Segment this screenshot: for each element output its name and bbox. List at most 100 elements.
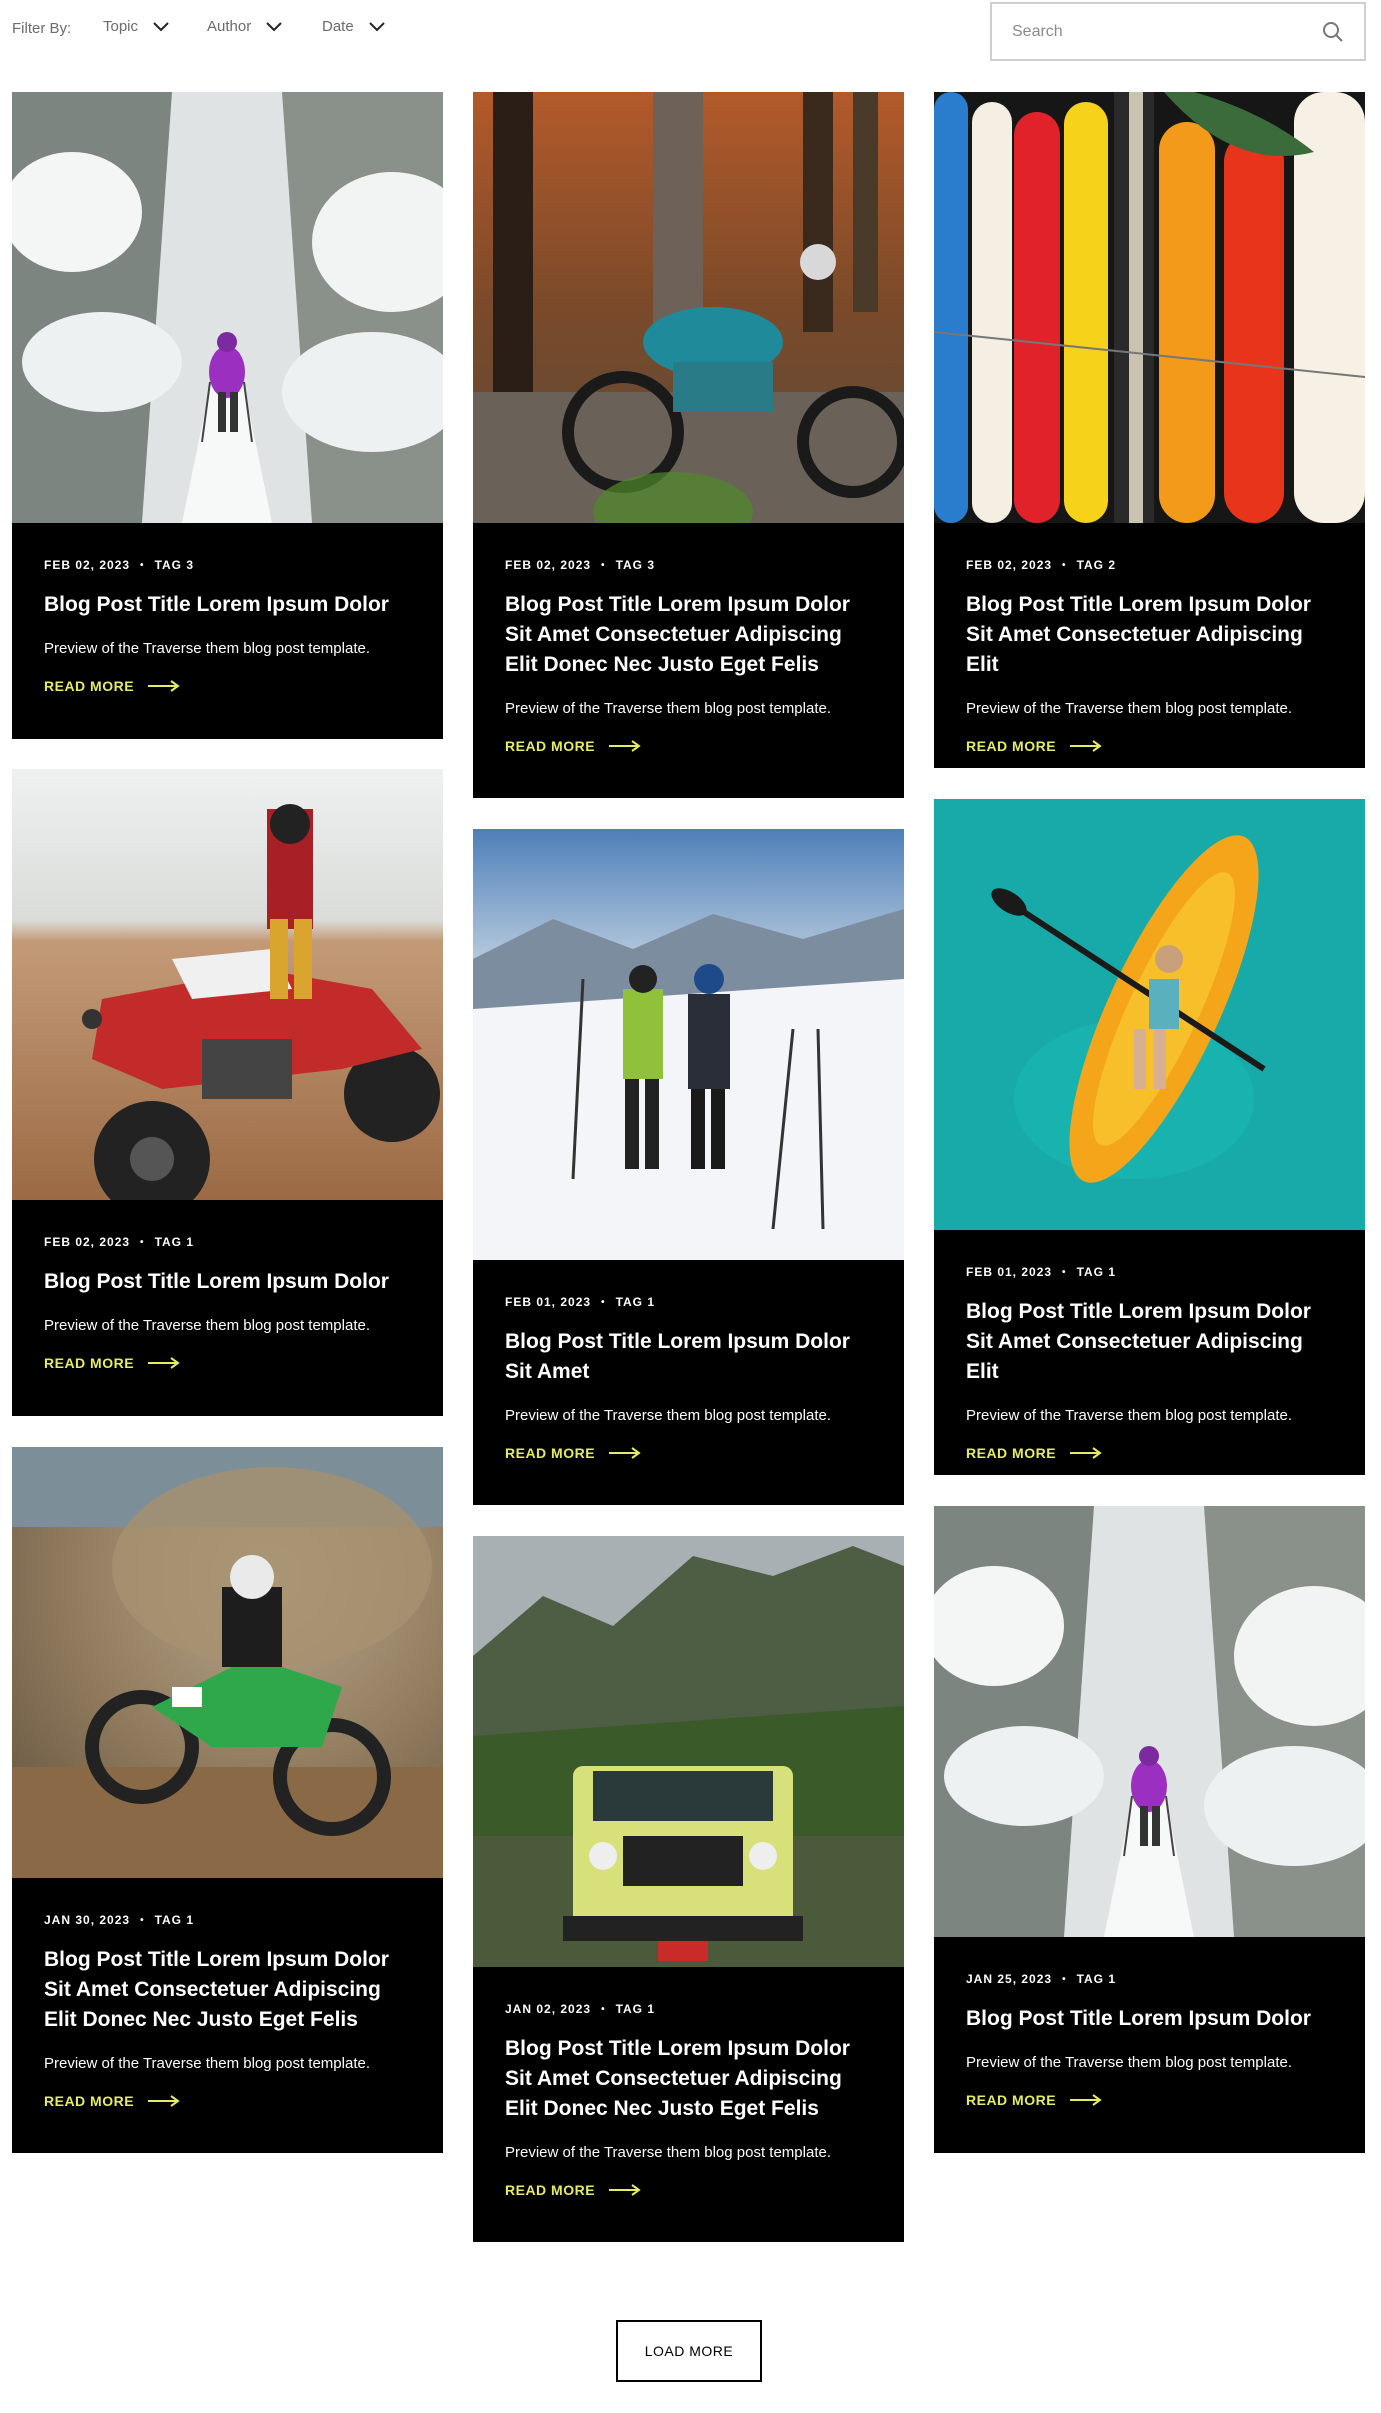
filter-date-dropdown[interactable]: Date xyxy=(322,18,386,35)
filter-topic-dropdown[interactable]: Topic xyxy=(103,18,170,35)
post-image-snowy-forest-hiker[interactable] xyxy=(12,92,443,523)
blog-card[interactable]: FEB 02, 2023 • TAG 3 Blog Post Title Lorem… xyxy=(12,92,443,739)
post-title[interactable]: Blog Post Title Lorem Ipsum Dolor Sit Am… xyxy=(966,1297,1333,1387)
post-meta: FEB 01, 2023 • TAG 1 xyxy=(966,1265,1117,1279)
read-more-label: READ MORE xyxy=(44,1355,135,1371)
post-preview: Preview of the Traverse them blog post t… xyxy=(966,2054,1292,2071)
post-tag: TAG 1 xyxy=(1076,1265,1117,1279)
blog-card[interactable]: JAN 30, 2023 • TAG 1 Blog Post Title Lorem… xyxy=(12,1447,443,2153)
post-image-jeep-mountains[interactable] xyxy=(473,1536,904,1967)
post-tag: TAG 1 xyxy=(1076,1972,1117,1986)
read-more-link[interactable]: READ MORE xyxy=(966,1445,1333,1461)
load-more-button[interactable]: LOAD MORE xyxy=(616,2320,762,2382)
post-image-surfboards[interactable] xyxy=(934,92,1365,523)
post-date: FEB 02, 2023 xyxy=(505,558,592,572)
read-more-label: READ MORE xyxy=(505,2182,596,2198)
read-more-link[interactable]: READ MORE xyxy=(44,678,411,694)
read-more-link[interactable]: READ MORE xyxy=(966,738,1333,754)
read-more-link[interactable]: READ MORE xyxy=(44,2093,411,2109)
search-icon[interactable] xyxy=(1322,21,1344,43)
post-meta: JAN 02, 2023 • TAG 1 xyxy=(505,2002,656,2016)
blog-card[interactable]: FEB 02, 2023 • TAG 1 Blog Post Title Lorem… xyxy=(12,769,443,1416)
post-title[interactable]: Blog Post Title Lorem Ipsum Dolor Sit Am… xyxy=(505,2034,872,2124)
arrow-right-icon xyxy=(148,2095,180,2107)
post-preview: Preview of the Traverse them blog post t… xyxy=(505,1407,831,1424)
post-image-kayak-turquoise[interactable] xyxy=(934,799,1365,1230)
post-tag: TAG 1 xyxy=(154,1235,195,1249)
post-title[interactable]: Blog Post Title Lorem Ipsum Dolor xyxy=(966,2004,1333,2034)
blog-card[interactable]: FEB 01, 2023 • TAG 1 Blog Post Title Lorem… xyxy=(934,799,1365,1475)
post-title[interactable]: Blog Post Title Lorem Ipsum Dolor xyxy=(44,1267,411,1297)
post-meta: JAN 30, 2023 • TAG 1 xyxy=(44,1913,195,1927)
filter-author-dropdown[interactable]: Author xyxy=(207,18,283,35)
post-tag: TAG 1 xyxy=(154,1913,195,1927)
filter-author-label: Author xyxy=(207,18,252,35)
post-title[interactable]: Blog Post Title Lorem Ipsum Dolor xyxy=(44,590,411,620)
search-box[interactable] xyxy=(990,2,1366,61)
post-tag: TAG 3 xyxy=(615,558,656,572)
post-preview: Preview of the Traverse them blog post t… xyxy=(44,640,370,657)
post-tag: TAG 2 xyxy=(1076,558,1117,572)
post-preview: Preview of the Traverse them blog post t… xyxy=(505,700,831,717)
arrow-right-icon xyxy=(148,1357,180,1369)
post-date: JAN 30, 2023 xyxy=(44,1913,131,1927)
read-more-label: READ MORE xyxy=(966,738,1057,754)
filter-label: Filter By: xyxy=(12,20,72,37)
post-date: FEB 01, 2023 xyxy=(966,1265,1053,1279)
read-more-link[interactable]: READ MORE xyxy=(505,2182,872,2198)
post-image-snowy-forest-hiker[interactable] xyxy=(934,1506,1365,1937)
post-image-motorcycle-forest[interactable] xyxy=(473,92,904,523)
post-meta: FEB 01, 2023 • TAG 1 xyxy=(505,1295,656,1309)
post-preview: Preview of the Traverse them blog post t… xyxy=(966,700,1292,717)
read-more-label: READ MORE xyxy=(966,1445,1057,1461)
filter-date-label: Date xyxy=(322,18,354,35)
post-tag: TAG 1 xyxy=(615,2002,656,2016)
search-input[interactable] xyxy=(1012,22,1322,41)
post-date: JAN 25, 2023 xyxy=(966,1972,1053,1986)
read-more-label: READ MORE xyxy=(505,738,596,754)
post-image-dirt-bike[interactable] xyxy=(12,1447,443,1878)
post-date: FEB 02, 2023 xyxy=(44,1235,131,1249)
post-title[interactable]: Blog Post Title Lorem Ipsum Dolor Sit Am… xyxy=(966,590,1333,680)
read-more-label: READ MORE xyxy=(44,2093,135,2109)
arrow-right-icon xyxy=(148,680,180,692)
post-meta: FEB 02, 2023 • TAG 3 xyxy=(44,558,195,572)
post-meta: FEB 02, 2023 • TAG 1 xyxy=(44,1235,195,1249)
read-more-link[interactable]: READ MORE xyxy=(505,1445,872,1461)
post-date: FEB 01, 2023 xyxy=(505,1295,592,1309)
post-meta: FEB 02, 2023 • TAG 3 xyxy=(505,558,656,572)
post-image-skiers-mountain[interactable] xyxy=(473,829,904,1260)
blog-card[interactable]: FEB 02, 2023 • TAG 2 Blog Post Title Lorem… xyxy=(934,92,1365,768)
post-preview: Preview of the Traverse them blog post t… xyxy=(44,1317,370,1334)
post-date: JAN 02, 2023 xyxy=(505,2002,592,2016)
chevron-down-icon xyxy=(266,21,282,31)
arrow-right-icon xyxy=(609,2184,641,2196)
post-preview: Preview of the Traverse them blog post t… xyxy=(44,2055,370,2072)
post-preview: Preview of the Traverse them blog post t… xyxy=(505,2144,831,2161)
post-preview: Preview of the Traverse them blog post t… xyxy=(966,1407,1292,1424)
post-title[interactable]: Blog Post Title Lorem Ipsum Dolor Sit Am… xyxy=(505,590,872,680)
arrow-right-icon xyxy=(609,740,641,752)
post-title[interactable]: Blog Post Title Lorem Ipsum Dolor Sit Am… xyxy=(505,1327,872,1387)
post-date: FEB 02, 2023 xyxy=(44,558,131,572)
post-image-atv-desert[interactable] xyxy=(12,769,443,1200)
post-meta: JAN 25, 2023 • TAG 1 xyxy=(966,1972,1117,1986)
chevron-down-icon xyxy=(153,21,169,31)
arrow-right-icon xyxy=(1070,2094,1102,2106)
read-more-link[interactable]: READ MORE xyxy=(505,738,872,754)
read-more-label: READ MORE xyxy=(44,678,135,694)
arrow-right-icon xyxy=(1070,740,1102,752)
post-meta: FEB 02, 2023 • TAG 2 xyxy=(966,558,1117,572)
arrow-right-icon xyxy=(1070,1447,1102,1459)
read-more-link[interactable]: READ MORE xyxy=(966,2092,1333,2108)
post-date: FEB 02, 2023 xyxy=(966,558,1053,572)
arrow-right-icon xyxy=(609,1447,641,1459)
blog-card[interactable]: FEB 02, 2023 • TAG 3 Blog Post Title Lorem… xyxy=(473,92,904,798)
chevron-down-icon xyxy=(368,21,385,31)
post-title[interactable]: Blog Post Title Lorem Ipsum Dolor Sit Am… xyxy=(44,1945,411,2035)
read-more-label: READ MORE xyxy=(966,2092,1057,2108)
blog-card[interactable]: JAN 02, 2023 • TAG 1 Blog Post Title Lorem… xyxy=(473,1536,904,2242)
read-more-link[interactable]: READ MORE xyxy=(44,1355,411,1371)
blog-card[interactable]: FEB 01, 2023 • TAG 1 Blog Post Title Lorem… xyxy=(473,829,904,1505)
blog-card[interactable]: JAN 25, 2023 • TAG 1 Blog Post Title Lorem… xyxy=(934,1506,1365,2153)
